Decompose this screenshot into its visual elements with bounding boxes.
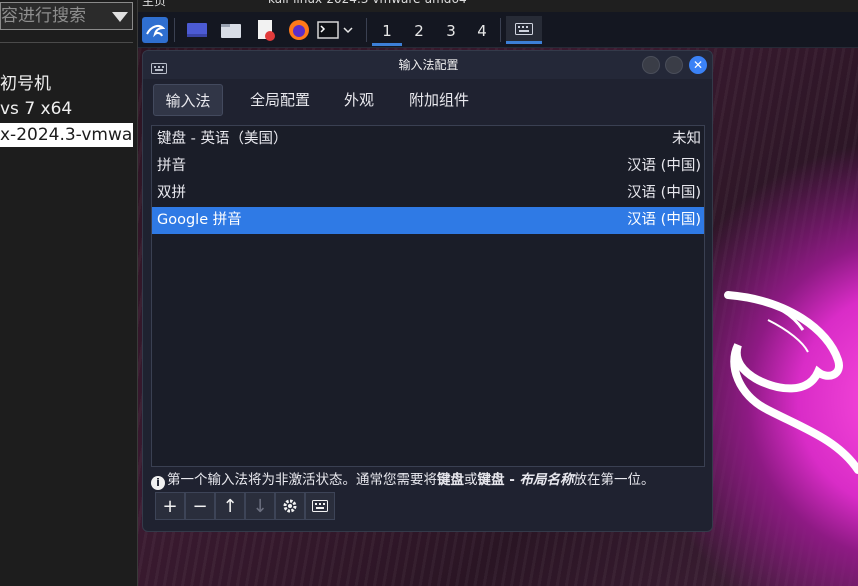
plus-icon: + bbox=[162, 495, 178, 517]
move-down-button[interactable]: ↓ bbox=[245, 492, 275, 520]
workspace-4[interactable]: 4 bbox=[467, 16, 497, 46]
panel-separator bbox=[174, 18, 175, 42]
maximize-button[interactable] bbox=[665, 56, 683, 74]
tab-input-method[interactable]: 输入法 bbox=[153, 84, 223, 116]
input-method-language: 汉语 (中国) bbox=[627, 158, 701, 174]
gear-icon bbox=[283, 499, 297, 513]
arrow-down-icon: ↓ bbox=[252, 495, 268, 517]
text-editor-icon[interactable] bbox=[252, 17, 278, 43]
move-up-button[interactable]: ↑ bbox=[215, 492, 245, 520]
library-item-selected[interactable]: x-2024.3-vmwa bbox=[0, 123, 133, 147]
window-titlebar[interactable]: 输入法配置 ✕ bbox=[143, 51, 712, 79]
hint-text: 或 bbox=[464, 472, 478, 488]
library-item[interactable]: 初号机 bbox=[0, 72, 133, 96]
show-desktop-icon[interactable] bbox=[184, 17, 210, 43]
arrow-up-icon: ↑ bbox=[222, 495, 238, 517]
tab-global-config[interactable]: 全局配置 bbox=[237, 84, 323, 116]
library-item[interactable]: vs 7 x64 bbox=[0, 97, 133, 121]
info-hint: i 第一个输入法将为非激活状态。通常您需要将键盘或键盘 - 布局名称放在第一位。 bbox=[151, 470, 711, 490]
input-method-language: 汉语 (中国) bbox=[627, 212, 701, 228]
hint-text: 放在第一位。 bbox=[573, 472, 655, 488]
sidebar-divider bbox=[0, 42, 133, 43]
list-item[interactable]: 双拼 汉语 (中国) bbox=[152, 180, 704, 207]
vmware-tab-bar: 主页 kali-linux-2024.3-vmware-amd64 bbox=[138, 0, 858, 12]
close-icon: ✕ bbox=[692, 58, 704, 72]
host-tab-home[interactable]: 主页 bbox=[142, 0, 166, 10]
workspace-2[interactable]: 2 bbox=[404, 16, 434, 46]
tab-appearance[interactable]: 外观 bbox=[333, 84, 385, 116]
input-method-language: 汉语 (中国) bbox=[627, 185, 701, 201]
list-item[interactable]: 键盘 - 英语（美国） 未知 bbox=[152, 126, 704, 153]
add-button[interactable]: + bbox=[155, 492, 185, 520]
vmware-library-sidebar: 容进行搜索 初号机 vs 7 x64 x-2024.3-vmwa bbox=[0, 0, 138, 586]
tab-addons[interactable]: 附加组件 bbox=[397, 84, 481, 116]
workspace-1[interactable]: 1 bbox=[372, 16, 402, 46]
input-method-name: Google 拼音 bbox=[157, 212, 242, 228]
input-method-config-window: 输入法配置 ✕ 输入法 全局配置 外观 附加组件 键盘 - 英语（美国） 未知 … bbox=[142, 50, 713, 532]
hint-layout-name: 布局名称 bbox=[519, 472, 574, 488]
list-item[interactable]: 拼音 汉语 (中国) bbox=[152, 153, 704, 180]
terminal-dropdown-icon[interactable] bbox=[340, 17, 356, 43]
input-method-name: 双拼 bbox=[157, 185, 186, 201]
terminal-icon[interactable] bbox=[316, 17, 340, 43]
input-method-list[interactable]: 键盘 - 英语（美国） 未知 拼音 汉语 (中国) 双拼 汉语 (中国) Goo… bbox=[151, 125, 705, 467]
library-search-placeholder: 容进行搜索 bbox=[1, 6, 86, 26]
list-toolbar: + − ↑ ↓ bbox=[155, 492, 335, 520]
kali-menu-icon[interactable] bbox=[142, 17, 168, 43]
library-search-input[interactable]: 容进行搜索 bbox=[0, 2, 133, 30]
panel-separator bbox=[500, 18, 501, 42]
file-manager-icon[interactable] bbox=[218, 17, 244, 43]
keyboard-layout-button[interactable] bbox=[305, 492, 335, 520]
host-tab-vm[interactable]: kali-linux-2024.3-vmware-amd64 bbox=[268, 0, 467, 10]
hint-bold-keyboard-layout: 键盘 - bbox=[477, 472, 520, 488]
panel-separator bbox=[366, 18, 367, 42]
close-button[interactable]: ✕ bbox=[689, 56, 707, 74]
info-icon: i bbox=[151, 476, 165, 490]
keyboard-task-icon[interactable] bbox=[506, 16, 542, 44]
keyboard-icon bbox=[312, 500, 328, 512]
hint-text: 第一个输入法将为非激活状态。通常您需要将 bbox=[167, 472, 437, 488]
input-method-name: 拼音 bbox=[157, 158, 186, 174]
search-dropdown-icon[interactable] bbox=[112, 12, 128, 22]
window-title: 输入法配置 bbox=[398, 58, 459, 72]
list-item-selected[interactable]: Google 拼音 汉语 (中国) bbox=[152, 207, 704, 234]
input-method-language: 未知 bbox=[672, 131, 701, 147]
minus-icon: − bbox=[192, 495, 208, 517]
kali-top-panel: 1 2 3 4 bbox=[138, 12, 858, 48]
input-method-name: 键盘 - 英语（美国） bbox=[157, 131, 288, 147]
firefox-icon[interactable] bbox=[286, 17, 312, 43]
hint-bold-keyboard: 键盘 bbox=[437, 472, 464, 488]
workspace-3[interactable]: 3 bbox=[436, 16, 466, 46]
configure-button[interactable] bbox=[275, 492, 305, 520]
remove-button[interactable]: − bbox=[185, 492, 215, 520]
minimize-button[interactable] bbox=[642, 56, 660, 74]
